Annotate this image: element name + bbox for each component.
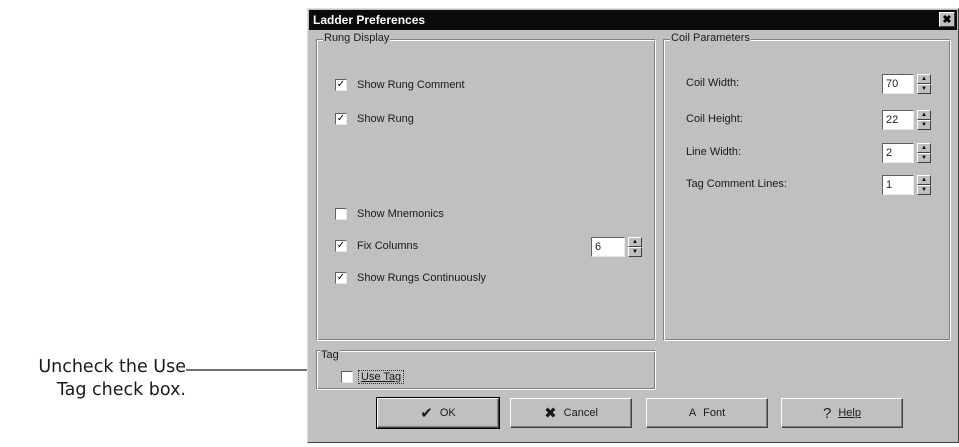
show-rung-comment-label: Show Rung Comment <box>357 79 465 91</box>
coil-width-label: Coil Width: <box>686 77 740 89</box>
question-icon: ? <box>823 404 832 422</box>
show-rungs-continuously-row[interactable]: ✓ Show Rungs Continuously <box>335 270 486 286</box>
rung-display-group: Rung Display ✓ Show Rung Comment ✓ Show … <box>316 32 656 341</box>
spin-up-icon[interactable]: ▲ <box>917 110 931 120</box>
callout-text: Uncheck the Use Tag check box. <box>0 356 186 402</box>
spin-up-icon[interactable]: ▲ <box>917 143 931 153</box>
coil-height-label: Coil Height: <box>686 113 743 125</box>
tag-comment-lines-spinner[interactable]: 1 ▲ ▼ <box>882 175 931 195</box>
show-mnemonics-row[interactable]: Show Mnemonics <box>335 206 444 222</box>
close-button[interactable]: ✖ <box>939 12 955 27</box>
coil-width-input[interactable]: 70 <box>882 74 914 94</box>
x-icon: ✖ <box>544 404 557 422</box>
font-button-label: Font <box>703 407 726 419</box>
ladder-preferences-dialog: Ladder Preferences ✖ Rung Display ✓ Show… <box>307 8 959 443</box>
show-rungs-continuously-label: Show Rungs Continuously <box>357 272 487 284</box>
cancel-button-label: Cancel <box>563 407 598 419</box>
show-rungs-continuously-checkbox[interactable]: ✓ <box>335 272 347 284</box>
spin-up-icon[interactable]: ▲ <box>917 175 931 185</box>
show-mnemonics-checkbox[interactable] <box>335 208 347 220</box>
coil-width-spinner[interactable]: 70 ▲ ▼ <box>882 74 931 94</box>
dialog-titlebar: Ladder Preferences ✖ <box>309 10 957 30</box>
tag-group-label: Tag <box>320 349 340 361</box>
tag-comment-lines-label: Tag Comment Lines: <box>686 178 787 190</box>
tag-comment-lines-input[interactable]: 1 <box>882 175 914 195</box>
coil-parameters-label: Coil Parameters <box>670 32 751 44</box>
coil-height-spinner[interactable]: 22 ▲ ▼ <box>882 110 931 130</box>
coil-width-spin-arrows[interactable]: ▲ ▼ <box>917 74 931 94</box>
font-icon: A <box>688 406 697 419</box>
show-rung-comment-row[interactable]: ✓ Show Rung Comment <box>335 77 465 93</box>
fix-columns-input[interactable]: 6 <box>591 237 625 257</box>
ok-button[interactable]: ✔ OK <box>376 397 500 429</box>
fix-columns-spinner[interactable]: 6 ▲ ▼ <box>591 237 642 257</box>
spin-down-icon[interactable]: ▼ <box>628 247 642 257</box>
font-button[interactable]: A Font <box>646 398 768 428</box>
use-tag-checkbox[interactable] <box>341 371 353 383</box>
fix-columns-label: Fix Columns <box>357 240 419 252</box>
use-tag-row[interactable]: Use Tag <box>341 369 405 385</box>
rung-display-label: Rung Display <box>323 32 391 44</box>
spin-down-icon[interactable]: ▼ <box>917 84 931 94</box>
spin-up-icon[interactable]: ▲ <box>917 74 931 84</box>
coil-parameters-group: Coil Parameters Coil Width: 70 ▲ ▼ Coil … <box>663 32 951 341</box>
spin-up-icon[interactable]: ▲ <box>628 237 642 247</box>
line-width-spinner[interactable]: 2 ▲ ▼ <box>882 143 931 163</box>
line-width-label: Line Width: <box>686 146 742 158</box>
show-rung-label: Show Rung <box>357 113 414 125</box>
spin-down-icon[interactable]: ▼ <box>917 185 931 195</box>
help-button[interactable]: ? Help <box>781 398 903 428</box>
show-rung-comment-checkbox[interactable]: ✓ <box>335 79 347 91</box>
coil-height-spin-arrows[interactable]: ▲ ▼ <box>917 110 931 130</box>
show-rung-checkbox[interactable]: ✓ <box>335 113 347 125</box>
tag-comment-lines-spin-arrows[interactable]: ▲ ▼ <box>917 175 931 195</box>
fix-columns-row[interactable]: ✓ Fix Columns <box>335 238 418 254</box>
callout-line-2: Tag check box. <box>56 380 186 400</box>
show-rung-row[interactable]: ✓ Show Rung <box>335 111 414 127</box>
tag-group: Tag Use Tag <box>316 349 656 390</box>
fix-columns-checkbox[interactable]: ✓ <box>335 240 347 252</box>
close-icon: ✖ <box>942 14 952 26</box>
spin-down-icon[interactable]: ▼ <box>917 120 931 130</box>
coil-height-input[interactable]: 22 <box>882 110 914 130</box>
cancel-button[interactable]: ✖ Cancel <box>510 398 632 428</box>
spin-down-icon[interactable]: ▼ <box>917 153 931 163</box>
checkmark-icon: ✔ <box>420 404 433 422</box>
help-button-label: Help <box>838 407 861 419</box>
use-tag-label: Use Tag <box>357 370 405 384</box>
show-mnemonics-label: Show Mnemonics <box>357 208 444 220</box>
callout-line-1: Uncheck the Use <box>38 357 186 377</box>
fix-columns-spin-arrows[interactable]: ▲ ▼ <box>628 237 642 257</box>
line-width-input[interactable]: 2 <box>882 143 914 163</box>
line-width-spin-arrows[interactable]: ▲ ▼ <box>917 143 931 163</box>
ok-button-label: OK <box>439 407 456 419</box>
dialog-title: Ladder Preferences <box>313 13 426 27</box>
